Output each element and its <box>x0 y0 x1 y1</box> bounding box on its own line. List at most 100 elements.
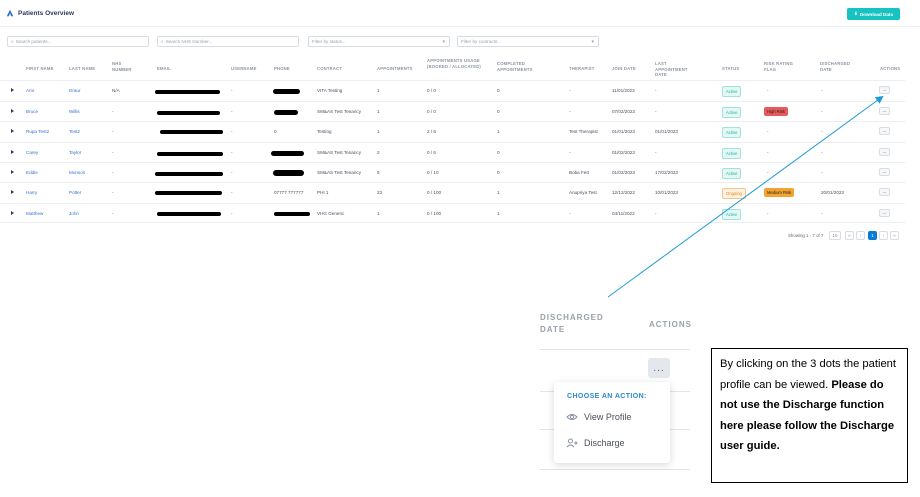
col-username[interactable]: Username <box>231 66 257 72</box>
first-name-cell[interactable]: Matthew <box>26 211 43 216</box>
search-nhs-placeholder: Search NHS Number... <box>165 39 213 44</box>
expand-row-icon[interactable] <box>11 170 14 174</box>
row-actions-button[interactable]: ... <box>879 188 890 196</box>
risk-flag-cell: - <box>767 150 769 155</box>
risk-flag-cell: - <box>767 88 769 93</box>
nhs-cell: - <box>112 190 114 195</box>
zoom-actions-button[interactable]: ... <box>648 358 670 378</box>
discharged-cell: 20/01/2023 <box>821 190 844 195</box>
col-last-appointment[interactable]: Last Appointment Date <box>655 61 699 78</box>
username-cell: - <box>231 190 233 195</box>
patients-icon <box>6 9 14 17</box>
col-appointments[interactable]: Appointments <box>377 66 413 72</box>
first-name-cell[interactable]: Carey <box>26 150 38 155</box>
last-name-cell[interactable]: John <box>69 211 79 216</box>
col-status[interactable]: Status <box>722 66 739 72</box>
col-therapist[interactable]: Therapist <box>569 66 595 72</box>
first-name-cell[interactable]: Amr <box>26 88 34 93</box>
first-name-cell[interactable]: Rupa Test2 <box>26 129 49 134</box>
last-name-cell[interactable]: Test2 <box>69 129 80 134</box>
discharged-cell: - <box>821 211 823 216</box>
expand-row-icon[interactable] <box>11 88 14 92</box>
col-discharged[interactable]: Discharged Date <box>820 61 850 72</box>
redacted-email <box>157 111 220 115</box>
table-row[interactable]: Rupa Test2 Test2 - - 0 Testing 1 2 / 6 1… <box>0 121 905 141</box>
expand-row-icon[interactable] <box>11 150 14 154</box>
current-page-button[interactable]: 1 <box>868 231 877 240</box>
col-email[interactable]: Email <box>157 66 171 72</box>
first-name-cell[interactable]: Eddie <box>26 170 38 175</box>
prev-page-button[interactable]: ‹ <box>856 231 865 240</box>
redacted-phone <box>273 170 304 176</box>
status-filter-select[interactable]: Filter by status... ▾ <box>308 36 450 47</box>
first-name-cell[interactable]: Harry <box>26 190 37 195</box>
usage-cell: 0 / 0 <box>427 88 436 93</box>
download-data-label: Download Data <box>859 11 894 17</box>
table-row[interactable]: Bruce Willis - - SM&AS Test Tenancy 1 0 … <box>0 101 905 121</box>
appointments-cell: 5 <box>377 170 380 175</box>
table-row[interactable]: Matthew John - - VHG Generic 1 0 / 100 1… <box>0 203 905 223</box>
col-phone[interactable]: Phone <box>274 66 290 72</box>
table-row[interactable]: Amr Draur N/A - VITA Testing 1 0 / 0 0 -… <box>0 80 905 100</box>
last-page-button[interactable]: » <box>890 231 899 240</box>
contract-cell: SM&AS Test Tenancy <box>317 109 362 114</box>
expand-row-icon[interactable] <box>11 129 14 133</box>
row-actions-button[interactable]: ... <box>879 209 890 217</box>
discharge-menu-item[interactable]: Discharge <box>566 438 625 448</box>
download-data-button[interactable]: ⬇ Download Data <box>847 8 900 20</box>
col-risk-flag[interactable]: Risk Rating Flag <box>764 61 798 72</box>
search-patients-input[interactable]: ⌕ Search patients... <box>7 36 149 47</box>
row-actions-button[interactable]: ... <box>879 107 890 115</box>
status-badge: Active <box>722 209 742 220</box>
last-name-cell[interactable]: Draur <box>69 88 81 93</box>
appointments-cell: 1 <box>377 211 380 216</box>
page-size-select[interactable]: 10 <box>829 231 841 240</box>
expand-row-icon[interactable] <box>11 109 14 113</box>
redacted-phone <box>271 151 304 156</box>
last-name-cell[interactable]: Taylor <box>69 150 81 155</box>
usage-cell: 0 / 100 <box>427 211 442 216</box>
zoom-divider <box>540 349 690 350</box>
therapist-cell: Boba Fett <box>569 170 589 175</box>
nhs-cell: - <box>112 211 114 216</box>
redacted-email <box>157 152 223 156</box>
contracts-filter-select[interactable]: Filter by contracts... ▾ <box>457 36 599 47</box>
row-actions-button[interactable]: ... <box>879 168 890 176</box>
table-row[interactable]: Harry Potter - - 07777 777777 PHI 1 23 0… <box>0 182 905 202</box>
row-actions-button[interactable]: ... <box>879 148 890 156</box>
row-actions-button[interactable]: ... <box>879 86 890 94</box>
user-discharge-icon <box>566 438 578 448</box>
col-appointments-usage[interactable]: Appointments Usage (Booked / Allocated) <box>427 58 485 69</box>
last-name-cell[interactable]: Munson <box>69 170 85 175</box>
col-completed[interactable]: Completed Appointments <box>497 61 541 72</box>
search-icon: ⌕ <box>161 39 164 44</box>
join-date-cell: 04/11/2022 <box>612 211 635 216</box>
therapist-cell: Test Therapist <box>569 129 598 134</box>
last-name-cell[interactable]: Willis <box>69 109 80 114</box>
chevron-down-icon: ▾ <box>591 39 594 45</box>
col-contract[interactable]: Contract <box>317 66 342 72</box>
table-row[interactable]: Carey Taylor - - SM&AS Test Tenancy 2 0 … <box>0 142 905 162</box>
col-last-name[interactable]: Last Name <box>69 66 95 72</box>
expand-row-icon[interactable] <box>11 190 14 194</box>
action-menu-title: CHOOSE AN ACTION: <box>567 393 647 400</box>
col-nhs-number[interactable]: NHS Number <box>112 61 134 72</box>
first-page-button[interactable]: « <box>845 231 854 240</box>
row-actions-button[interactable]: ... <box>879 127 890 135</box>
search-nhs-input[interactable]: ⌕ Search NHS Number... <box>157 36 299 47</box>
last-name-cell[interactable]: Potter <box>69 190 81 195</box>
col-join-date[interactable]: Join Date <box>612 66 636 72</box>
join-date-cell: 01/02/2023 <box>612 170 635 175</box>
table-header: First Name Last Name NHS Number Email Us… <box>0 58 920 80</box>
view-profile-menu-item[interactable]: View Profile <box>566 412 631 422</box>
expand-row-icon[interactable] <box>11 211 14 215</box>
usage-cell: 0 / 100 <box>427 190 442 195</box>
appointments-cell: 2 <box>377 150 380 155</box>
nhs-cell: - <box>112 150 114 155</box>
table-row[interactable]: Eddie Munson - - SM&AS Test Tenancy 5 0 … <box>0 162 905 182</box>
next-page-button[interactable]: › <box>879 231 888 240</box>
discharged-cell: - <box>821 109 823 114</box>
status-filter-placeholder: Filter by status... <box>312 39 346 44</box>
col-first-name[interactable]: First Name <box>26 66 54 72</box>
first-name-cell[interactable]: Bruce <box>26 109 38 114</box>
